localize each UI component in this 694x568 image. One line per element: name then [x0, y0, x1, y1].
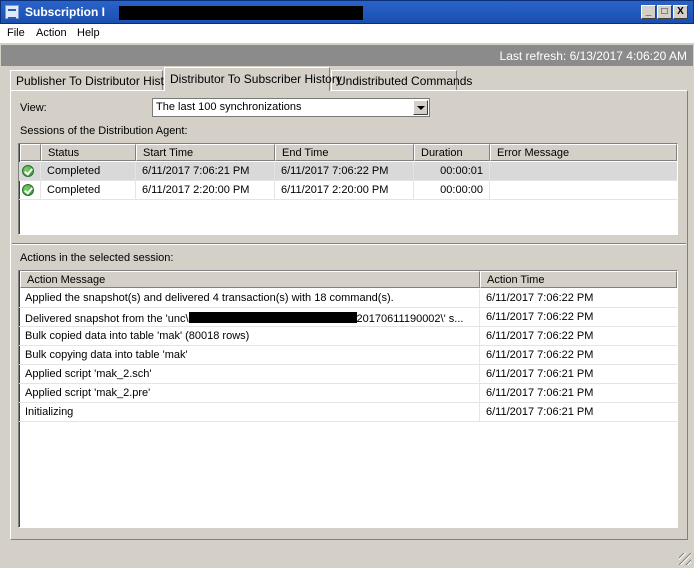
session-status: Completed	[41, 181, 136, 200]
action-message: Bulk copying data into table 'mak'	[19, 346, 480, 365]
session-error-message	[490, 162, 677, 181]
action-message: Applied the snapshot(s) and delivered 4 …	[19, 289, 480, 308]
sessions-header-status[interactable]: Status	[41, 144, 136, 161]
sessions-grid[interactable]: Status Start Time End Time Duration Erro…	[18, 143, 678, 235]
sessions-header-end-time[interactable]: End Time	[275, 144, 414, 161]
session-duration: 00:00:00	[414, 181, 490, 200]
action-row[interactable]: Bulk copying data into table 'mak' 6/11/…	[19, 346, 677, 365]
actions-header-time[interactable]: Action Time	[480, 271, 677, 288]
last-refresh-text: Last refresh: 6/13/2017 4:06:20 AM	[499, 49, 687, 63]
session-duration: 00:00:01	[414, 162, 490, 181]
session-error-message	[490, 181, 677, 200]
tab-distributor-to-subscriber[interactable]: Distributor To Subscriber History	[164, 67, 342, 91]
session-end-time: 6/11/2017 2:20:00 PM	[275, 181, 414, 200]
title-bar[interactable]: Subscription I _ □ X	[0, 0, 694, 24]
status-icon-cell	[19, 162, 41, 181]
tab-publisher-to-distributor[interactable]: Publisher To Distributor History	[10, 70, 181, 90]
action-message: Initializing	[19, 403, 480, 422]
minimize-button[interactable]: _	[641, 5, 656, 19]
app-icon	[5, 5, 19, 19]
splitter[interactable]	[12, 243, 686, 245]
sessions-label: Sessions of the Distribution Agent:	[20, 125, 188, 137]
session-row[interactable]: Completed 6/11/2017 2:20:00 PM 6/11/2017…	[19, 181, 677, 200]
resize-grip-icon[interactable]	[679, 553, 691, 565]
menu-help[interactable]: Help	[77, 27, 100, 39]
menu-action[interactable]: Action	[36, 27, 67, 39]
sessions-header-icon	[20, 144, 41, 161]
session-start-time: 6/11/2017 7:06:21 PM	[136, 162, 275, 181]
redacted-path-block	[188, 312, 357, 323]
action-message: Applied script 'mak_2.pre'	[19, 384, 480, 403]
actions-grid[interactable]: Action Message Action Time Applied the s…	[18, 270, 678, 528]
view-label: View:	[20, 102, 47, 114]
session-status: Completed	[41, 162, 136, 181]
check-circle-icon	[22, 184, 34, 196]
chevron-down-icon[interactable]	[413, 100, 428, 115]
check-circle-icon	[22, 165, 34, 177]
action-message-start: Delivered snapshot from the 'unc\	[25, 313, 189, 325]
action-message: Applied script 'mak_2.sch'	[19, 365, 480, 384]
action-time: 6/11/2017 7:06:21 PM	[486, 368, 594, 380]
action-message: Delivered snapshot from the 'unc\ 2017061…	[19, 308, 480, 327]
action-message: Bulk copied data into table 'mak' (80018…	[19, 327, 480, 346]
session-start-time: 6/11/2017 2:20:00 PM	[136, 181, 275, 200]
tab-undistributed-commands[interactable]: Undistributed Commands	[331, 70, 472, 90]
action-time: 6/11/2017 7:06:22 PM	[486, 349, 594, 361]
sessions-header-start-time[interactable]: Start Time	[136, 144, 275, 161]
close-button[interactable]: X	[673, 5, 688, 19]
action-row[interactable]: Applied the snapshot(s) and delivered 4 …	[19, 289, 677, 308]
maximize-button[interactable]: □	[657, 5, 672, 19]
action-row[interactable]: Applied script 'mak_2.sch' 6/11/2017 7:0…	[19, 365, 677, 384]
sessions-header-error-message[interactable]: Error Message	[490, 144, 677, 161]
session-end-time: 6/11/2017 7:06:22 PM	[275, 162, 414, 181]
action-message-end: 20170611190002\' s...	[356, 313, 464, 325]
action-row[interactable]: Initializing 6/11/2017 7:06:21 PM	[19, 403, 677, 422]
action-time: 6/11/2017 7:06:22 PM	[486, 311, 594, 323]
refresh-bar: Last refresh: 6/13/2017 4:06:20 AM	[1, 45, 693, 66]
action-time: 6/11/2017 7:06:21 PM	[486, 406, 594, 418]
actions-label: Actions in the selected session:	[20, 252, 174, 264]
redacted-title-block	[119, 6, 363, 20]
action-row[interactable]: Applied script 'mak_2.pre' 6/11/2017 7:0…	[19, 384, 677, 403]
action-time: 6/11/2017 7:06:21 PM	[486, 387, 594, 399]
action-time: 6/11/2017 7:06:22 PM	[486, 330, 594, 342]
status-icon-cell	[19, 181, 41, 200]
session-row[interactable]: Completed 6/11/2017 7:06:21 PM 6/11/2017…	[19, 162, 677, 181]
action-row[interactable]: Bulk copied data into table 'mak' (80018…	[19, 327, 677, 346]
action-row[interactable]: Delivered snapshot from the 'unc\ 2017061…	[19, 308, 677, 327]
view-dropdown-value: The last 100 synchronizations	[156, 101, 302, 113]
sessions-header-duration[interactable]: Duration	[414, 144, 490, 161]
menu-bar: File Action Help	[0, 24, 694, 43]
view-dropdown[interactable]: The last 100 synchronizations	[152, 98, 430, 117]
actions-header-message[interactable]: Action Message	[20, 271, 480, 288]
window-title: Subscription I	[25, 5, 106, 19]
menu-file[interactable]: File	[7, 27, 25, 39]
action-time: 6/11/2017 7:06:22 PM	[486, 292, 594, 304]
